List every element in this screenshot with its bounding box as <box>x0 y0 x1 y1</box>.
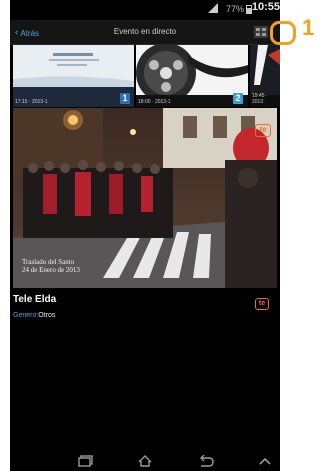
thumbnail-item-1[interactable]: 17:15 · 2013-1 1 <box>13 45 134 107</box>
grid-menu-icon[interactable] <box>254 26 268 38</box>
genre-line: Genero:Otros <box>13 312 55 319</box>
thumbnail-image-1 <box>13 45 134 107</box>
channel-logo-overlay: te <box>255 124 271 137</box>
genre-value: Otros <box>38 312 56 319</box>
thumbnail-image-2 <box>136 45 248 107</box>
back-nav-icon[interactable] <box>198 455 214 467</box>
action-bar: ‹ Atrás Evento en directo <box>10 20 280 45</box>
thumbnail-badge-1: 1 <box>120 93 130 104</box>
thumbnail-item-2[interactable]: 18:00 · 2013-1 2 <box>136 45 248 107</box>
page-title: Evento en directo <box>113 27 177 36</box>
thumbnail-caption-3: 19:45 · 2013 <box>252 93 268 105</box>
battery-percent: 77% <box>225 4 244 14</box>
recent-apps-icon[interactable] <box>78 455 94 467</box>
thumbnail-strip: 17:15 · 2013-1 1 18:00 · 2013-1 2 19:45 … <box>10 45 280 107</box>
device-screen: 77% 10:55 ‹ Atrás Evento en directo 17:1… <box>10 0 280 471</box>
video-watermark: Traslado del Santo 24 de Enero de 2013 <box>22 258 142 274</box>
thumbnail-caption-2: 18:00 · 2013-1 <box>138 99 171 105</box>
watermark-line-1: Traslado del Santo <box>22 258 75 266</box>
status-time: 10:55 <box>251 1 280 13</box>
main-video-player[interactable]: Traslado del Santo 24 de Enero de 2013 t… <box>13 108 277 288</box>
status-bar: 77% 10:55 <box>10 0 280 20</box>
annotation-number: 1 <box>302 15 315 40</box>
genre-label: Genero: <box>13 312 39 319</box>
signal-icon <box>208 3 218 13</box>
channel-logo: te <box>255 298 269 310</box>
navigation-bar <box>10 452 280 471</box>
watermark-line-2: 24 de Enero de 2013 <box>22 266 80 274</box>
chevron-up-icon[interactable] <box>258 455 272 467</box>
thumbnail-caption-1: 17:15 · 2013-1 <box>15 99 48 105</box>
thumbnail-badge-2: 2 <box>233 93 243 104</box>
home-icon[interactable] <box>137 455 153 467</box>
annotation-circle <box>270 21 296 45</box>
thumbnail-item-3[interactable]: 19:45 · 2013 <box>250 45 280 107</box>
channel-name: Tele Elda <box>13 294 57 305</box>
